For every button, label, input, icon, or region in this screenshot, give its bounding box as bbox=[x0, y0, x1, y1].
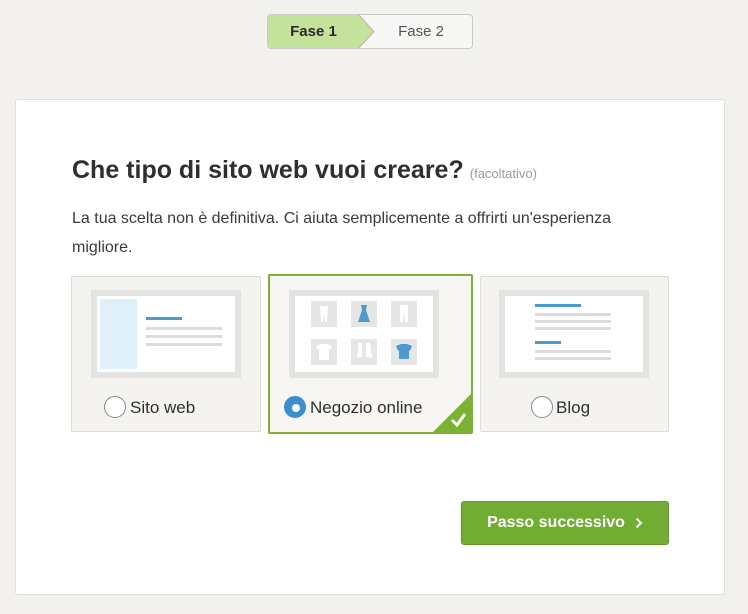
page-title: Che tipo di sito web vuoi creare? (facolt… bbox=[72, 156, 537, 185]
radio-blog[interactable] bbox=[531, 396, 553, 418]
site-type-card: Che tipo di sito web vuoi creare? (facolt… bbox=[15, 99, 725, 595]
online-shop-layout-icon bbox=[289, 290, 439, 378]
option-blog-label: Blog bbox=[556, 398, 591, 417]
optional-hint: (facoltativo) bbox=[469, 166, 537, 181]
step-2-label: Fase 2 bbox=[398, 23, 444, 40]
next-step-button[interactable]: Passo successivo bbox=[461, 501, 669, 545]
description-text: La tua scelta non è definitiva. Ci aiuta… bbox=[72, 210, 612, 256]
next-step-label: Passo successivo bbox=[487, 514, 625, 531]
radio-website[interactable] bbox=[104, 396, 126, 418]
selected-check-icon bbox=[433, 394, 471, 432]
option-online-shop[interactable]: Negozio online bbox=[268, 274, 473, 434]
step-progress: Fase 1 Fase 2 bbox=[267, 14, 473, 49]
step-arrow-separator bbox=[358, 15, 375, 48]
option-blog[interactable]: Blog bbox=[480, 276, 669, 432]
chevron-right-icon bbox=[635, 517, 643, 529]
step-1-label: Fase 1 bbox=[290, 23, 337, 40]
blog-layout-icon bbox=[499, 290, 649, 378]
title-text: Che tipo di sito web vuoi creare? bbox=[72, 156, 464, 184]
website-layout-icon bbox=[91, 290, 241, 378]
option-website[interactable]: Sito web bbox=[71, 276, 261, 432]
option-website-label: Sito web bbox=[130, 398, 196, 417]
radio-online-shop[interactable] bbox=[284, 396, 306, 418]
option-online-shop-label: Negozio online bbox=[310, 398, 423, 417]
